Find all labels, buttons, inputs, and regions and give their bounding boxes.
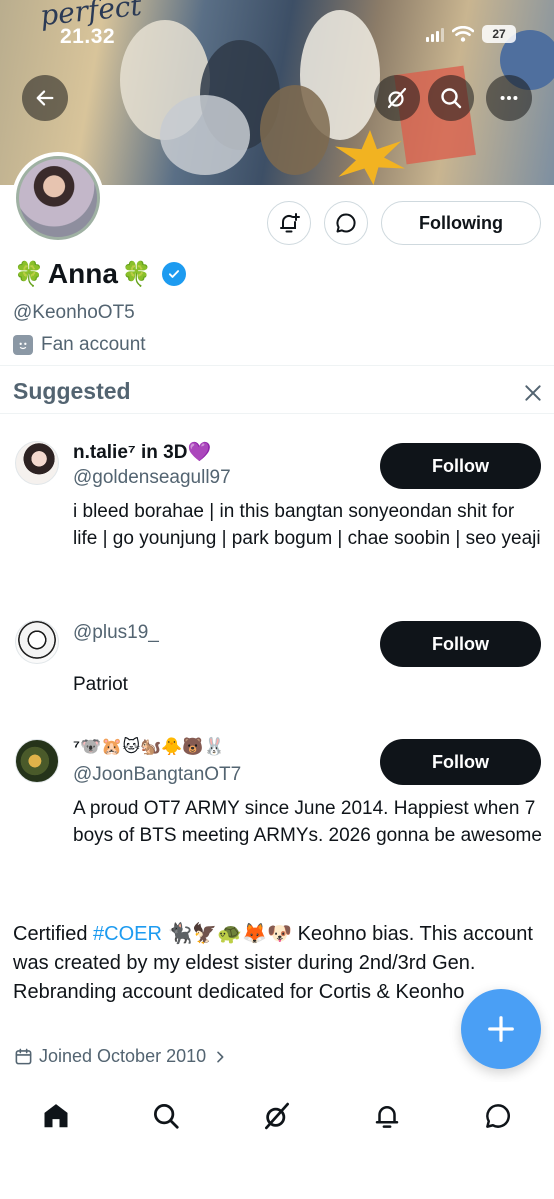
suggested-user-avatar[interactable] <box>15 620 59 664</box>
clover-icon: 🍀 <box>14 260 44 288</box>
following-button[interactable]: Following <box>381 201 541 245</box>
joined-text: Joined October 2010 <box>39 1046 207 1066</box>
more-button[interactable] <box>486 75 532 121</box>
verified-badge-icon[interactable] <box>161 262 186 286</box>
profile-avatar[interactable] <box>12 152 104 244</box>
grok-icon <box>387 87 407 109</box>
bio-hashtag-link[interactable]: #COER <box>93 923 162 945</box>
nav-search[interactable] <box>146 1096 186 1136</box>
clover-icon: 🍀 <box>121 260 152 288</box>
suggested-user-handle[interactable]: @plus19_ <box>73 622 159 644</box>
suggested-user-name[interactable]: n.talie⁷ in 3D💜 <box>73 440 211 464</box>
message-icon <box>486 1104 510 1128</box>
search-icon <box>441 88 462 109</box>
back-button[interactable] <box>22 75 68 121</box>
bio-text: Certified <box>13 923 94 945</box>
notify-button[interactable] <box>267 201 311 245</box>
suggested-user-handle[interactable]: @JoonBangtanOT7 <box>73 764 241 786</box>
banner-figure <box>160 95 250 175</box>
account-label-text: Fan account <box>41 334 146 355</box>
bio-emojis: 🐈‍⬛🦅🐢🦊🐶 <box>161 923 293 945</box>
grok-button[interactable] <box>374 75 420 121</box>
nav-messages[interactable] <box>478 1096 518 1136</box>
grok-icon <box>265 1102 289 1130</box>
battery-indicator: 27 <box>482 25 516 43</box>
more-icon <box>500 95 518 101</box>
search-button[interactable] <box>428 75 474 121</box>
suggested-user-bio: Patriot <box>73 674 128 695</box>
divider <box>0 413 554 414</box>
suggested-user-bio: A proud OT7 ARMY since June 2014. Happie… <box>73 798 542 846</box>
follow-button[interactable]: Follow <box>380 739 541 785</box>
account-label: Fan account <box>13 334 146 356</box>
theater-mask-icon <box>13 335 33 355</box>
bottom-nav <box>0 1082 554 1152</box>
suggested-user-avatar[interactable] <box>15 441 59 485</box>
calendar-icon <box>15 1048 32 1065</box>
home-icon <box>44 1104 68 1128</box>
nav-grok[interactable] <box>257 1096 297 1136</box>
suggested-user-name[interactable]: ⁷🐨🐹🐱🐿️🐥🐻🐰 <box>73 737 225 757</box>
wifi-icon <box>452 26 474 42</box>
profile-bio: Certified #COER 🐈‍⬛🦅🐢🦊🐶 Keohno bias. Thi… <box>13 920 553 1007</box>
nav-home[interactable] <box>36 1096 76 1136</box>
message-button[interactable] <box>324 201 368 245</box>
suggested-user-avatar[interactable] <box>15 739 59 783</box>
signal-icon <box>426 26 444 42</box>
compose-button[interactable] <box>461 989 541 1069</box>
divider <box>0 365 554 366</box>
nav-notifications[interactable] <box>367 1096 407 1136</box>
arrow-left-icon <box>36 90 54 106</box>
status-icons: 27 <box>426 25 516 43</box>
suggested-user-bio: i bleed borahae | in this bangtan sonyeo… <box>73 501 541 549</box>
suggested-user-handle[interactable]: @goldenseagull97 <box>73 467 231 489</box>
follow-button[interactable]: Follow <box>380 443 541 489</box>
joined-date[interactable]: Joined October 2010 <box>14 1046 228 1067</box>
status-time: 21.32 <box>60 25 116 48</box>
follow-button[interactable]: Follow <box>380 621 541 667</box>
search-icon <box>154 1104 179 1129</box>
close-suggested-button[interactable] <box>520 380 546 406</box>
chevron-right-icon <box>217 1051 224 1062</box>
display-name: Anna <box>47 258 118 289</box>
profile-handle: @KeonhoOT5 <box>13 302 135 323</box>
banner-figure <box>260 85 330 175</box>
message-icon <box>336 213 356 233</box>
bell-plus-icon <box>280 213 300 233</box>
close-icon <box>525 385 541 401</box>
bell-icon <box>375 1106 399 1128</box>
plus-icon <box>488 1016 514 1042</box>
suggested-title: Suggested <box>13 378 131 404</box>
profile-name-row: 🍀 Anna 🍀 <box>14 258 186 290</box>
